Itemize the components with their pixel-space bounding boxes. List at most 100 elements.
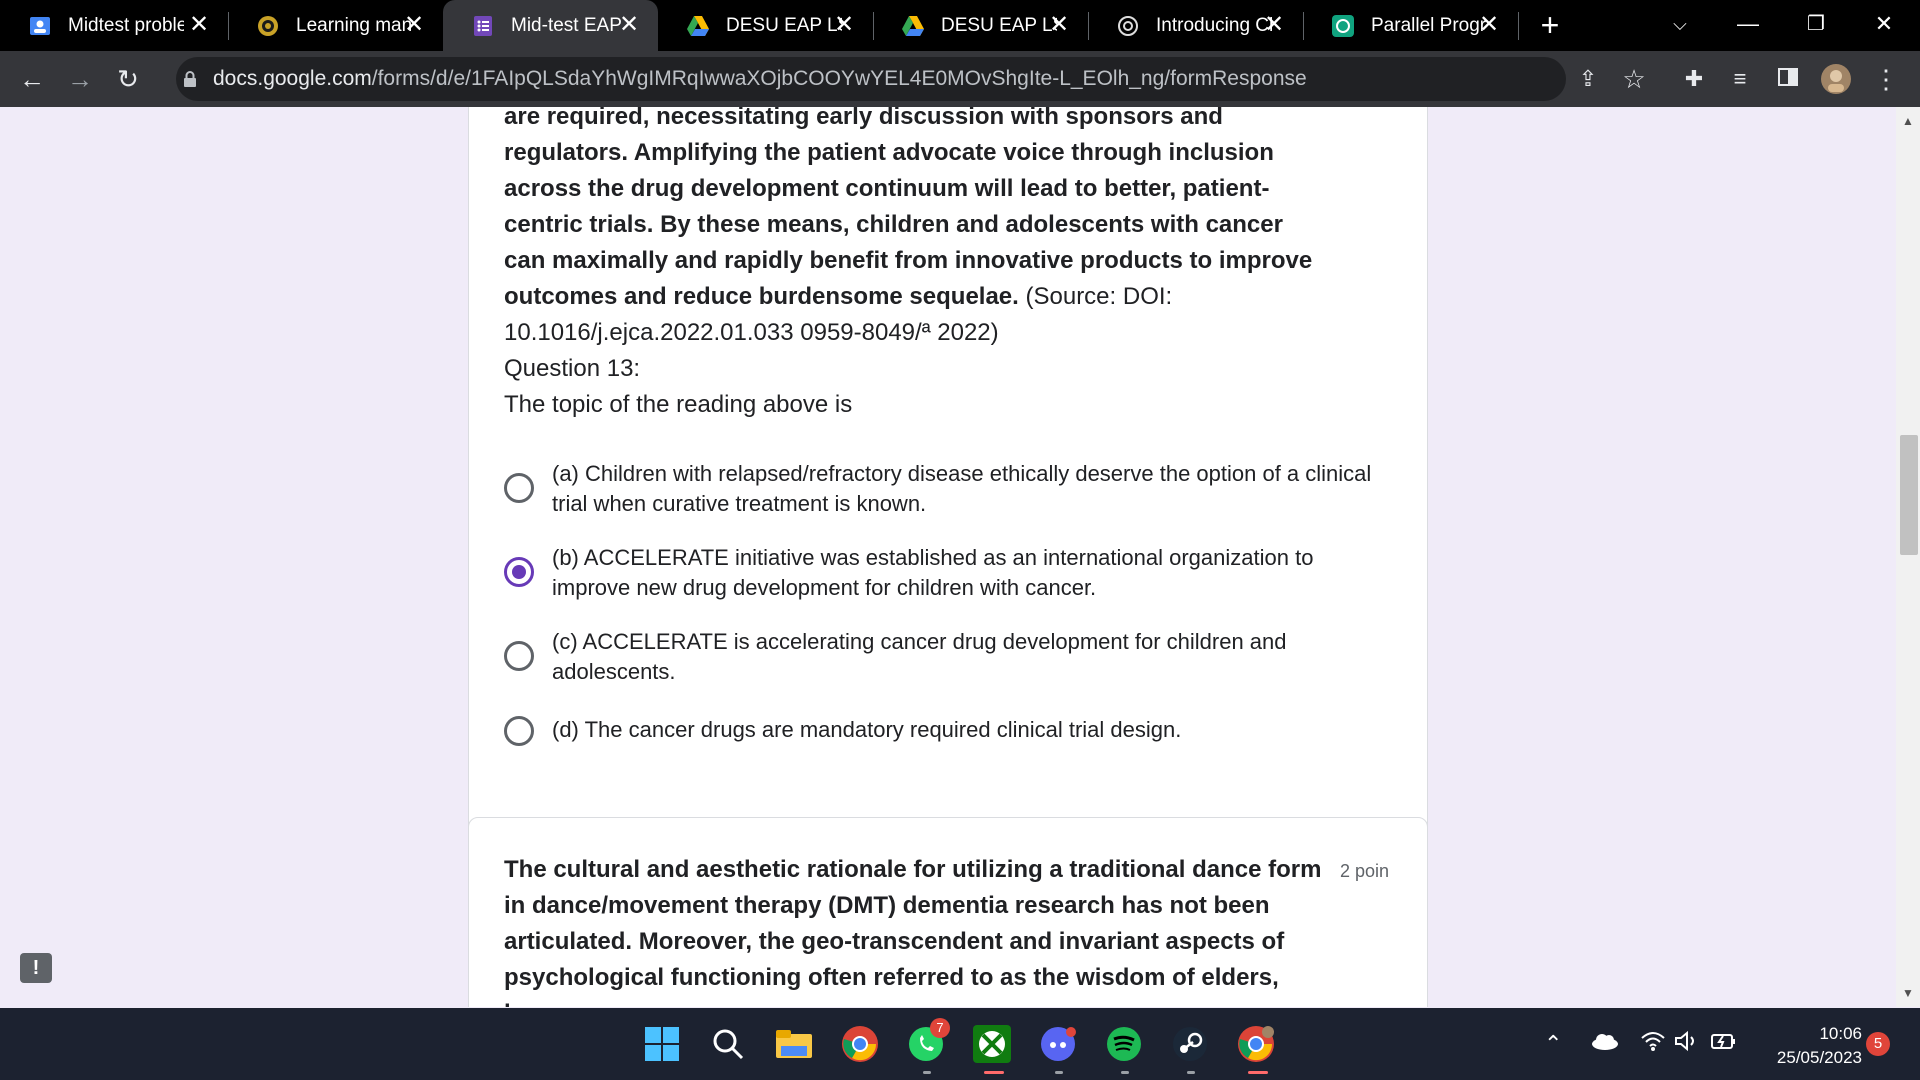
- xbox-icon[interactable]: [970, 1022, 1014, 1074]
- tab-desu-eap-1[interactable]: DESU EAP LS M ✕: [658, 0, 873, 51]
- chrome-profile-icon[interactable]: [1234, 1022, 1278, 1074]
- media-queue-icon[interactable]: ≡: [1724, 63, 1756, 95]
- back-arrow-icon[interactable]: ←: [16, 63, 48, 95]
- google-drive-icon: [686, 14, 710, 38]
- running-indicator: [1055, 1071, 1063, 1074]
- whatsapp-badge: 7: [930, 1018, 950, 1038]
- reading-passage: are required, necessitating early discus…: [504, 107, 1324, 351]
- reload-icon[interactable]: ↻: [112, 63, 144, 95]
- close-icon[interactable]: ✕: [616, 12, 642, 38]
- scroll-thumb[interactable]: [1900, 435, 1918, 555]
- bookmark-star-icon[interactable]: ☆: [1618, 63, 1650, 95]
- google-drive-icon: [901, 14, 925, 38]
- running-indicator: [984, 1071, 1004, 1074]
- running-indicator: [1248, 1071, 1268, 1074]
- minimize-button[interactable]: —: [1718, 0, 1778, 51]
- chrome-icon[interactable]: [838, 1022, 882, 1066]
- system-clock[interactable]: 10:06 25/05/2023: [1752, 1022, 1862, 1070]
- discord-icon[interactable]: [1036, 1022, 1080, 1074]
- side-panel-icon[interactable]: [1772, 63, 1804, 95]
- tab-learning-management[interactable]: Learning mana ✕: [228, 0, 443, 51]
- url-host: docs.google.com: [213, 67, 372, 90]
- search-icon[interactable]: [706, 1022, 750, 1066]
- radio-button[interactable]: [504, 716, 534, 746]
- tab-midtest-problem[interactable]: Midtest proble ✕: [0, 0, 228, 51]
- wifi-icon[interactable]: [1640, 1030, 1666, 1059]
- windows-start-icon[interactable]: [640, 1022, 684, 1066]
- option-b[interactable]: (b) ACCELERATE initiative was establishe…: [504, 543, 1404, 603]
- volume-icon[interactable]: [1674, 1030, 1700, 1059]
- close-icon[interactable]: ✕: [1476, 12, 1502, 38]
- address-bar[interactable]: docs.google.com/forms/d/e/1FAIpQLSdaYhWg…: [176, 57, 1566, 101]
- whatsapp-icon[interactable]: 7: [904, 1018, 950, 1074]
- extensions-puzzle-icon[interactable]: ✚: [1678, 63, 1710, 95]
- tab-title: DESU EAP LS M: [726, 15, 842, 36]
- tab-separator: [1518, 12, 1519, 40]
- clock-date: 25/05/2023: [1776, 1048, 1862, 1067]
- google-forms-icon: [471, 14, 495, 38]
- tab-title: Midtest proble: [68, 15, 184, 36]
- radio-button[interactable]: [504, 641, 534, 671]
- tab-title: Introducing Ch: [1156, 15, 1272, 36]
- lock-icon: [184, 71, 196, 87]
- show-hidden-icons-chevron-icon[interactable]: ⌃: [1544, 1030, 1562, 1058]
- windows-taskbar: 7 ⌃ 10:06 25/05/2023 5: [0, 1008, 1920, 1080]
- classroom-icon: [28, 14, 52, 38]
- url-text: docs.google.com/forms/d/e/1FAIpQLSdaYhWg…: [213, 67, 1307, 91]
- tab-title: Mid-test EAP: [511, 15, 622, 36]
- avatar[interactable]: [1820, 63, 1852, 95]
- forward-arrow-icon[interactable]: →: [64, 63, 96, 95]
- spotify-icon[interactable]: [1102, 1022, 1146, 1074]
- question-prompt: The topic of the reading above is: [504, 391, 853, 418]
- openai-icon: [1331, 14, 1355, 38]
- report-feedback-icon[interactable]: !: [20, 953, 52, 983]
- points-label: 2 poin: [1340, 861, 1390, 881]
- form-page: are required, necessitating early discus…: [0, 107, 1920, 1007]
- new-tab-button[interactable]: +: [1535, 9, 1565, 41]
- steam-icon[interactable]: [1168, 1022, 1212, 1074]
- page-scrollbar[interactable]: ▲ ▼: [1896, 107, 1920, 1007]
- menu-kebab-icon[interactable]: ⋮: [1870, 63, 1902, 95]
- option-a[interactable]: (a) Children with relapsed/refractory di…: [504, 459, 1404, 519]
- tab-search-chevron-icon[interactable]: ⌵: [1650, 0, 1710, 51]
- option-d[interactable]: (d) The cancer drugs are mandatory requi…: [504, 715, 1404, 755]
- close-window-button[interactable]: ✕: [1854, 0, 1914, 51]
- tab-desu-eap-2[interactable]: DESU EAP LS M ✕: [873, 0, 1088, 51]
- running-indicator: [1121, 1071, 1129, 1074]
- tab-introducing-chatgpt[interactable]: Introducing Ch ✕: [1088, 0, 1303, 51]
- scroll-down-arrow-icon[interactable]: ▼: [1896, 985, 1920, 1001]
- openai-icon: [1116, 14, 1140, 38]
- option-label: (c) ACCELERATE is accelerating cancer dr…: [552, 629, 1287, 684]
- radio-button[interactable]: [504, 473, 534, 503]
- tab-title: Parallel Progra: [1371, 15, 1487, 36]
- file-explorer-icon[interactable]: [772, 1022, 816, 1066]
- option-label: (a) Children with relapsed/refractory di…: [552, 461, 1372, 516]
- question-number: Question 13:: [504, 355, 641, 382]
- option-label: (d) The cancer drugs are mandatory requi…: [552, 717, 1182, 742]
- running-indicator: [923, 1071, 931, 1074]
- notification-badge[interactable]: 5: [1866, 1032, 1890, 1056]
- tab-mid-test-eap[interactable]: Mid-test EAP ✕: [443, 0, 658, 51]
- scroll-up-arrow-icon[interactable]: ▲: [1896, 113, 1920, 129]
- onedrive-cloud-icon[interactable]: [1590, 1030, 1620, 1058]
- tab-title: Learning mana: [296, 15, 412, 36]
- close-icon[interactable]: ✕: [1261, 12, 1287, 38]
- close-icon[interactable]: ✕: [1046, 12, 1072, 38]
- university-seal-icon: [256, 14, 280, 38]
- restore-button[interactable]: ❐: [1786, 0, 1846, 51]
- tab-title: DESU EAP LS M: [941, 15, 1057, 36]
- close-icon[interactable]: ✕: [831, 12, 857, 38]
- url-path: /forms/d/e/1FAIpQLSdaYhWgIMRqIwwaXOjbCOO…: [371, 67, 1307, 90]
- close-icon[interactable]: ✕: [401, 12, 427, 38]
- tab-parallel-programming[interactable]: Parallel Progra ✕: [1303, 0, 1518, 51]
- browser-toolbar: ← → ↻ docs.google.com/forms/d/e/1FAIpQLS…: [0, 51, 1920, 107]
- option-c[interactable]: (c) ACCELERATE is accelerating cancer dr…: [504, 627, 1404, 687]
- clock-time: 10:06: [1819, 1024, 1862, 1043]
- close-icon[interactable]: ✕: [186, 12, 212, 38]
- radio-button-selected[interactable]: [504, 557, 534, 587]
- share-icon[interactable]: ⇪: [1572, 63, 1604, 95]
- browser-tab-strip: Midtest proble ✕ Learning mana ✕ Mid-tes…: [0, 0, 1920, 51]
- battery-icon[interactable]: [1710, 1030, 1738, 1059]
- option-label: (b) ACCELERATE initiative was establishe…: [552, 545, 1314, 600]
- passage-bold-text: are required, necessitating early discus…: [504, 107, 1313, 310]
